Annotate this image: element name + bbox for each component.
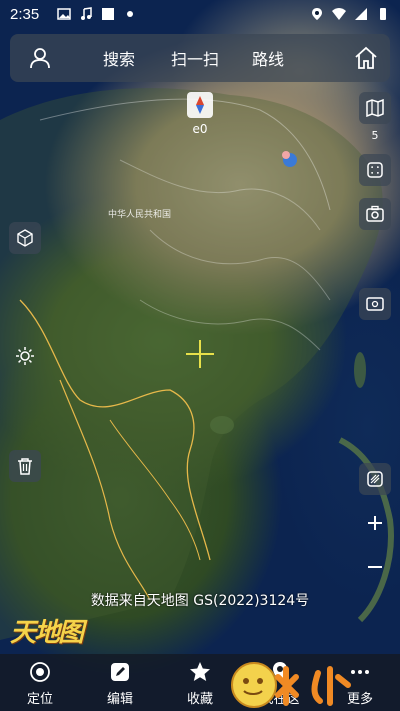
- zoom-out-button[interactable]: [359, 551, 391, 583]
- watermark-logo: [231, 662, 351, 708]
- view-switch-button[interactable]: [359, 288, 391, 320]
- gallery-icon: [57, 8, 71, 20]
- map-label-country: 中华人民共和国: [108, 210, 172, 220]
- nav-locate-label: 定位: [26, 692, 53, 707]
- measure-button[interactable]: [359, 463, 391, 495]
- tianditu-logo: 天地图: [10, 618, 84, 648]
- 3d-cube-icon: [17, 229, 33, 247]
- user-button[interactable]: [10, 34, 70, 82]
- nav-locate[interactable]: 定位: [5, 654, 75, 711]
- settings-button[interactable]: [9, 340, 41, 372]
- wifi-icon: [332, 8, 346, 20]
- music-icon: [81, 7, 92, 20]
- camera-icon: [366, 205, 384, 222]
- home-button[interactable]: [342, 34, 390, 82]
- compass-label: e0: [192, 122, 208, 136]
- layers-button[interactable]: [359, 92, 391, 124]
- measure-icon: [367, 471, 383, 487]
- locate-icon: [30, 662, 50, 682]
- edit-icon: [111, 663, 129, 681]
- nav-favorites[interactable]: 收藏: [165, 654, 235, 711]
- compass-icon: [196, 96, 204, 114]
- home-icon: [355, 46, 377, 69]
- plus-icon: [368, 516, 382, 530]
- fullscreen-button[interactable]: [359, 154, 391, 186]
- map-data-credit: 数据来自天地图 GS(2022)3124号: [90, 593, 310, 609]
- 3d-view-button[interactable]: [9, 222, 41, 254]
- trash-icon: [18, 458, 32, 475]
- dot-icon: [127, 11, 134, 17]
- zoom-in-button[interactable]: [359, 507, 391, 539]
- fullscreen-icon: [367, 162, 383, 178]
- scan-button[interactable]: 扫一扫: [171, 34, 219, 82]
- nav-edit[interactable]: 编辑: [85, 654, 155, 711]
- status-time: 2:35: [10, 5, 40, 23]
- star-icon: [190, 662, 210, 681]
- screenshot-button[interactable]: [359, 198, 391, 230]
- map-layers-icon: [366, 99, 384, 117]
- compass-button[interactable]: [187, 92, 213, 118]
- view-switch-icon: [366, 297, 384, 311]
- route-button[interactable]: 路线: [252, 34, 284, 82]
- nav-favorites-label: 收藏: [186, 692, 213, 707]
- search-button[interactable]: 搜索: [103, 34, 135, 82]
- layer-count: 5: [371, 129, 379, 142]
- gear-pin-icon: [16, 347, 34, 365]
- minus-icon: [368, 566, 382, 568]
- location-icon: [312, 8, 322, 20]
- square-icon: [102, 8, 115, 20]
- user-icon: [30, 48, 50, 69]
- battery-icon: [380, 8, 386, 20]
- top-search-bar: 搜索 扫一扫 路线: [10, 34, 390, 82]
- nav-edit-label: 编辑: [106, 692, 133, 707]
- status-bar: 2:35: [0, 0, 400, 28]
- delete-button[interactable]: [9, 450, 41, 482]
- signal-icon: [355, 8, 367, 20]
